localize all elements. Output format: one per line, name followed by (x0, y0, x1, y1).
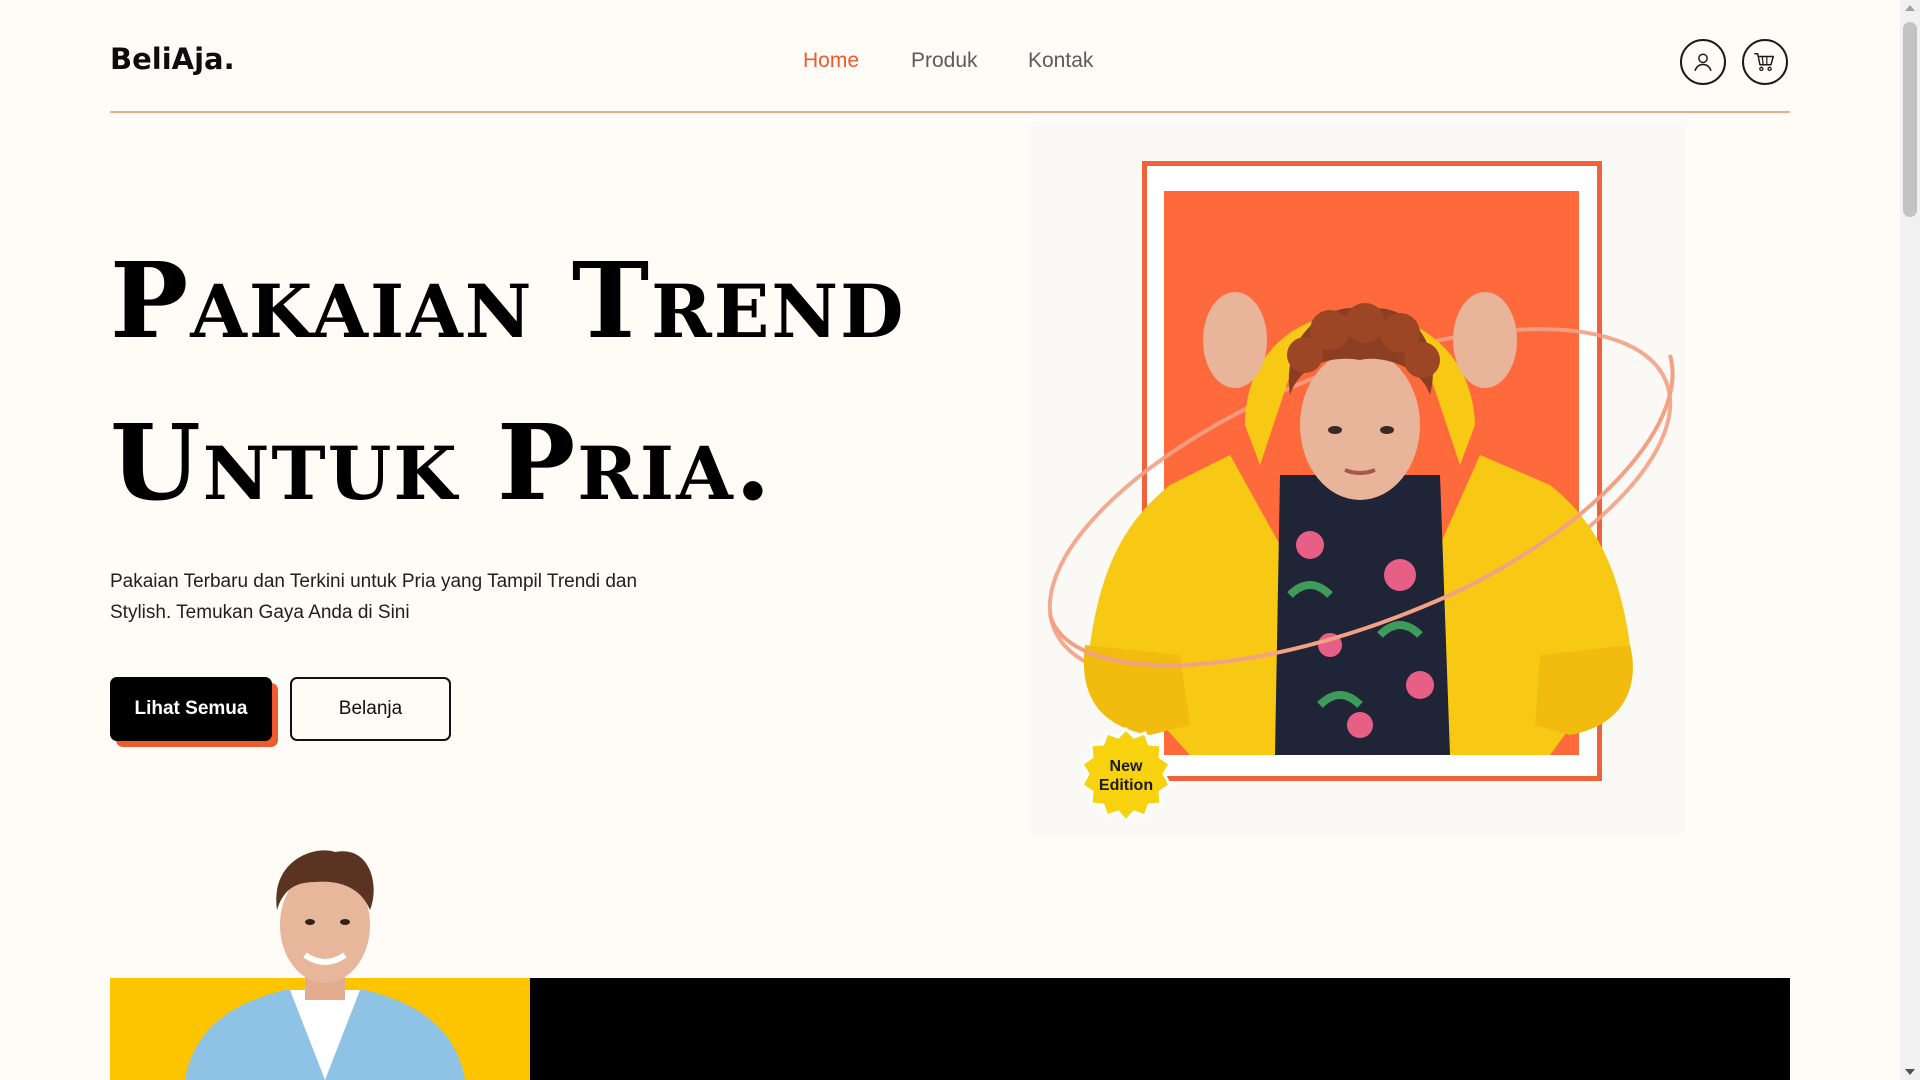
user-icon (1694, 53, 1712, 71)
hero-title-line-1: Pakaian Trend (110, 239, 906, 362)
cart-icon (1754, 53, 1774, 72)
smiling-man-image (185, 850, 465, 1080)
nav-produk[interactable]: Produk (911, 49, 978, 73)
view-all-button-wrap: Lihat Semua (110, 677, 278, 747)
scroll-up-icon[interactable] (1905, 5, 1915, 11)
new-edition-badge: New Edition (1077, 727, 1175, 825)
promo-black-panel (530, 978, 1790, 1080)
hero-image: New Edition (1030, 125, 1685, 835)
account-button[interactable] (1680, 39, 1726, 85)
landing-page: BeliAja. Home Produk Kontak Pakaian Tren… (0, 0, 1920, 1080)
hero-title: Pakaian Trend Untuk Pria. (110, 220, 905, 544)
nav-kontak[interactable]: Kontak (1028, 49, 1093, 73)
nav-home[interactable]: Home (803, 49, 859, 73)
brand-logo[interactable]: BeliAja. (110, 42, 235, 76)
hero-description: Pakaian Terbaru dan Terkini untuk Pria y… (110, 571, 638, 623)
badge-label: New Edition (1098, 758, 1154, 794)
cart-button[interactable] (1742, 39, 1788, 85)
page-scrollbar[interactable] (1900, 0, 1920, 1080)
scroll-down-icon[interactable] (1905, 1069, 1915, 1075)
header-divider (110, 111, 1790, 113)
shop-button[interactable]: Belanja (290, 677, 451, 741)
hero-title-line-2: Untuk Pria. (110, 401, 773, 524)
view-all-button[interactable]: Lihat Semua (110, 677, 272, 741)
scrollbar-thumb[interactable] (1903, 22, 1917, 217)
